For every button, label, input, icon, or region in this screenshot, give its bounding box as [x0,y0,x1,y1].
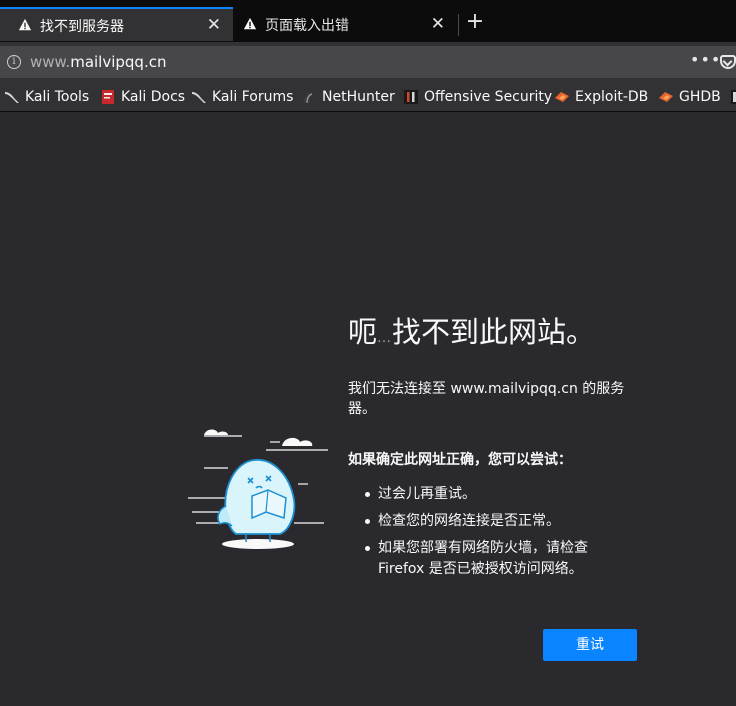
suggestion-list: 过会儿再重试。 检查您的网络连接是否正常。 如果您部署有网络防火墙，请检查 Fi… [362,484,632,586]
heading-end: 找不到此网站。 [392,315,596,349]
bookmark-kali-forums[interactable]: Kali Forums [191,87,293,107]
suggestion-item: 过会儿再重试。 [362,484,632,505]
retry-button[interactable]: 重试 [543,629,637,661]
bookmark-label: GHDB [679,89,721,105]
info-icon[interactable]: i [7,55,21,69]
url-text[interactable]: www.mailvipqq.cn [30,53,166,71]
bookmark-exploit-db[interactable]: Exploit-DB [554,87,648,107]
exploit-db-icon [555,92,569,102]
bookmark-label: NetHunter [322,89,395,105]
bookmark-kali-docs[interactable]: Kali Docs [100,87,185,107]
tab-title: 页面载入出错 [265,18,349,34]
bookmark-label: Kali Docs [121,89,186,105]
page-actions-menu-icon[interactable]: ••• [690,50,721,69]
error-subheading: 如果确定此网址正确，您可以尝试： [348,452,572,468]
url-bar[interactable]: i www.mailvipqq.cn ••• [0,46,736,78]
warning-icon [18,18,32,31]
close-tab-button[interactable]: ✕ [207,15,221,35]
bookmark-label: Offensive Security [424,89,553,105]
kali-docs-icon [102,90,114,104]
warning-icon [243,17,257,30]
tab-separator [458,14,459,36]
bookmark-label: Exploit-DB [575,89,649,105]
new-tab-button[interactable]: + [465,10,485,34]
tab-server-not-found[interactable]: 找不到服务器 ✕ [0,7,233,41]
offsec-icon [731,90,736,104]
heading-start: 呃 [348,315,378,349]
bookmark-offensive-security[interactable]: Offensive Security [403,87,552,107]
bookmark-overflow-icon[interactable] [730,87,736,107]
bookmark-label: Kali Tools [25,89,90,105]
error-heading: 呃…找不到此网站。 [348,309,595,351]
ghost-illustration [188,429,328,549]
tab-strip: 找不到服务器 ✕ 页面载入出错 ✕ + [0,0,736,42]
bookmark-ghdb[interactable]: GHDB [658,87,721,107]
close-tab-button[interactable]: ✕ [431,14,445,34]
bookmark-nethunter[interactable]: NetHunter [301,87,395,107]
tab-title: 找不到服务器 [40,19,124,35]
bookmark-label: Kali Forums [212,89,294,105]
kali-dragon-icon [192,92,206,103]
suggestion-item: 如果您部署有网络防火墙，请检查 Firefox 是否已被授权访问网络。 [362,538,632,580]
url-prefix: www. [30,53,71,71]
ghdb-icon [659,92,673,102]
tab-page-load-error[interactable]: 页面载入出错 ✕ [233,8,457,42]
nethunter-icon [304,92,313,104]
bookmarks-toolbar: Kali Tools Kali Docs Kali Forums NetHunt… [0,82,736,112]
error-description: 我们无法连接至 www.mailvipqq.cn 的服务器。 [348,381,625,417]
heading-ellipsis: … [377,330,393,346]
offsec-icon [404,90,418,104]
bookmark-kali-tools[interactable]: Kali Tools [4,87,89,107]
navigation-toolbar: i www.mailvipqq.cn ••• [0,42,736,82]
kali-dragon-icon [5,92,19,103]
pocket-icon[interactable] [720,55,736,69]
url-host: mailvipqq.cn [70,53,167,71]
suggestion-item: 检查您的网络连接是否正常。 [362,511,632,532]
